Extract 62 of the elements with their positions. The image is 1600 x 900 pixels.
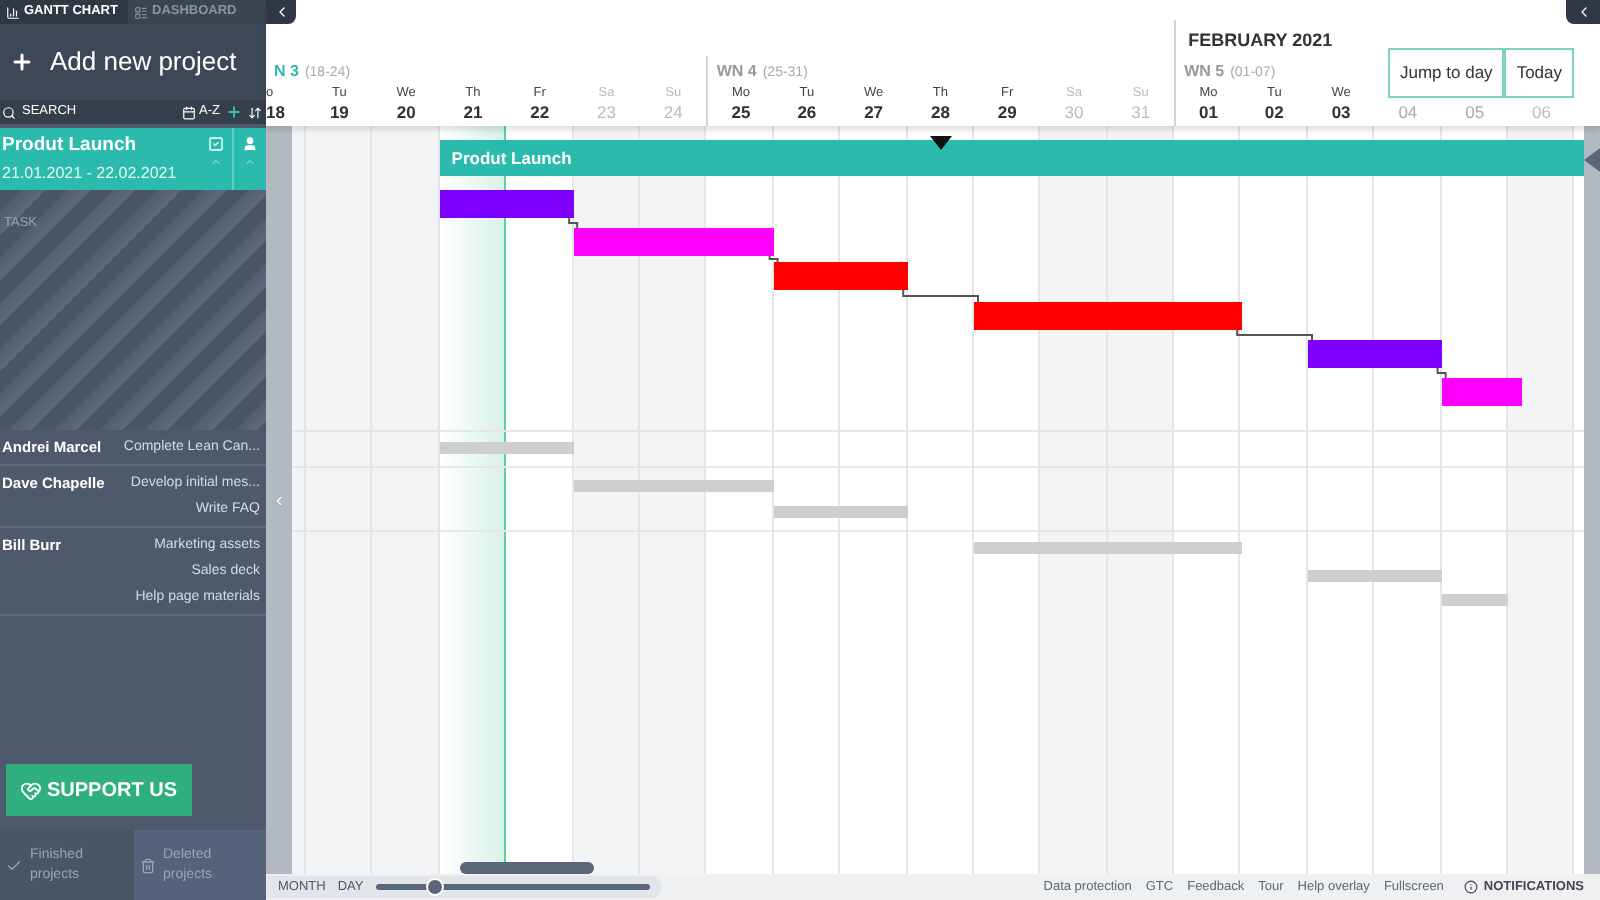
resource-bar (439, 442, 574, 454)
day-date: 24 (663, 102, 683, 122)
week-label: N 3 (274, 62, 299, 80)
day-date: 21 (463, 102, 483, 122)
panel-tab[interactable] (1566, 0, 1600, 24)
header-button[interactable]: Today (1504, 48, 1574, 98)
search-icon (2, 105, 16, 119)
day-date: 04 (1398, 102, 1418, 122)
project-dates: 21.01.2021 - 22.02.2021 (2, 161, 179, 186)
day-date: 02 (1264, 102, 1284, 122)
list-icon (134, 5, 148, 19)
day-date: 05 (1465, 102, 1485, 122)
collapse-icon[interactable] (210, 156, 222, 168)
collapse-icon[interactable] (244, 156, 256, 168)
resource-bar (773, 506, 908, 518)
day-date: 06 (1531, 102, 1551, 122)
collapse-tab[interactable] (266, 0, 296, 24)
task-bar[interactable] (573, 228, 774, 256)
marker-icon (929, 136, 952, 150)
chart-icon (6, 5, 20, 19)
day-date: 27 (864, 102, 884, 122)
scrollbar-thumb[interactable] (460, 862, 594, 874)
day-date: 20 (396, 102, 416, 122)
day-date: 18 (266, 102, 285, 122)
chevron-left-icon (272, 493, 286, 507)
day-date: 26 (797, 102, 817, 122)
day-date: 28 (930, 102, 950, 122)
calendar-icon (181, 105, 196, 119)
week-label: WN 4 (716, 62, 757, 80)
add-project-button[interactable]: Add new project (0, 24, 266, 100)
add-icon[interactable] (226, 104, 242, 120)
day-date: 22 (530, 102, 550, 122)
zoom-slider-thumb[interactable] (425, 878, 443, 896)
task-bar[interactable] (1441, 378, 1522, 406)
month-label: FEBRUARY 2021 (1188, 28, 1333, 54)
resource-bar (1441, 594, 1509, 606)
plus-icon (10, 50, 34, 74)
support-button[interactable]: SUPPORT US (6, 764, 192, 816)
day-date: 03 (1331, 102, 1351, 122)
task-bar[interactable] (773, 262, 908, 290)
task-bar[interactable] (974, 302, 1242, 330)
check-icon (6, 857, 22, 873)
day-date: 25 (731, 102, 751, 122)
project-name: Produt Launch (2, 132, 139, 161)
sort-icon[interactable] (248, 105, 262, 119)
person-icon[interactable] (242, 136, 258, 152)
header-button[interactable]: Jump to day (1388, 48, 1505, 98)
day-date: 29 (997, 102, 1017, 122)
day-date: 30 (1064, 102, 1084, 122)
checkbox-icon[interactable] (208, 136, 224, 152)
resource-bar (1308, 570, 1442, 582)
week-label: WN 5 (1184, 62, 1225, 80)
day-date: 31 (1131, 102, 1151, 122)
project-bar-label: Produt Launch (451, 145, 572, 171)
day-date: 01 (1199, 102, 1218, 122)
info-icon (1463, 880, 1478, 894)
task-bar[interactable] (1308, 340, 1442, 368)
trash-icon (139, 857, 155, 873)
expand-handle[interactable] (1584, 148, 1600, 172)
task-bar[interactable] (439, 190, 574, 218)
day-date: 19 (329, 102, 349, 122)
day-date: 23 (597, 102, 616, 122)
